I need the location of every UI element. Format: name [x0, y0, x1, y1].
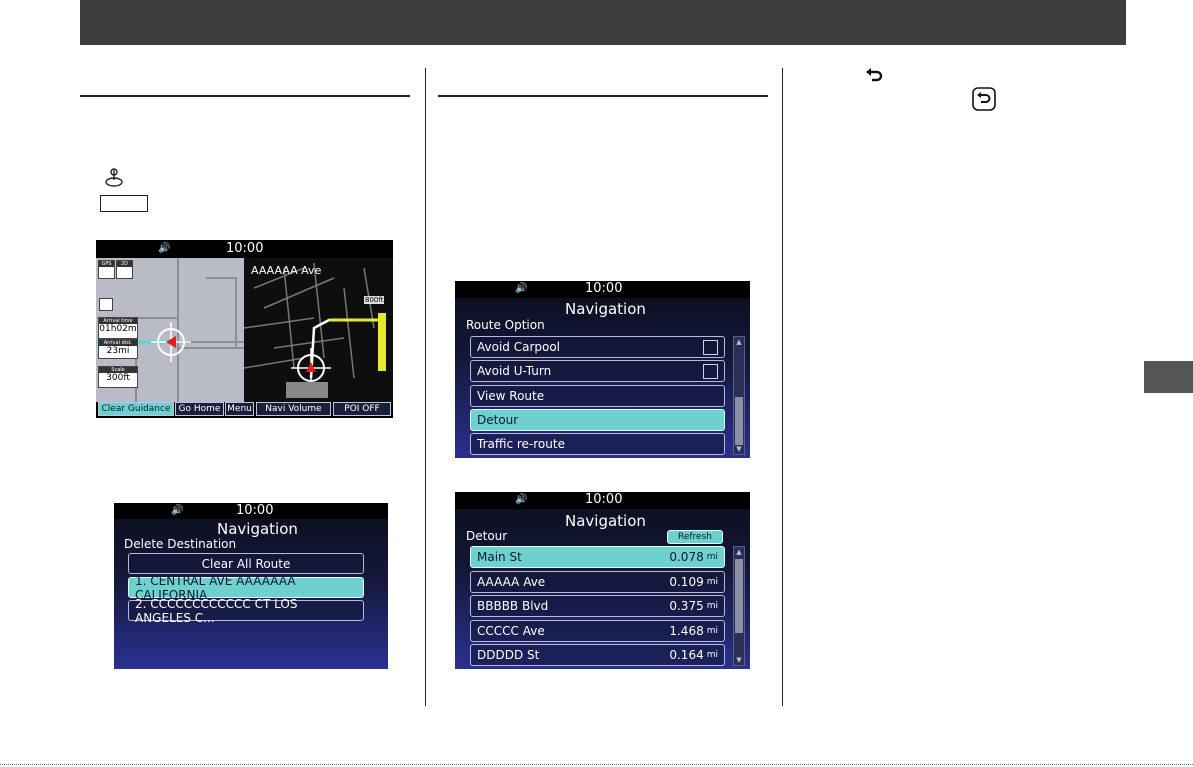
destination-item[interactable]: 2. CCCCCCCCCCCC CT LOS ANGELES C...	[128, 597, 364, 625]
scroll-thumb[interactable]	[735, 559, 743, 633]
street-name: DDDDD St	[477, 648, 540, 662]
navi-volume-button[interactable]: Navi Volume	[256, 402, 331, 416]
back-arrow-icon	[866, 68, 883, 82]
street-name: AAAAA Ave	[477, 575, 546, 589]
speaker-icon: 🔊	[158, 243, 171, 254]
screen-title: Navigation	[565, 512, 646, 530]
distance-marker: 800ft	[364, 296, 385, 304]
screen-title: Navigation	[565, 300, 646, 318]
clock: 10:00	[236, 503, 274, 518]
section-rule	[80, 95, 410, 97]
street-name: BBBBB Blvd	[477, 599, 549, 613]
screen-subtitle: Detour	[466, 529, 508, 543]
scroll-up-arrow-icon[interactable]: ▲	[734, 548, 744, 556]
arrival-time-box: Arrival time 01h02m	[98, 317, 138, 339]
destination-item[interactable]: 1. CENTRAL AVE AAAAAAA CALIFORNIA	[128, 574, 364, 602]
avoid-carpool-option[interactable]: Avoid Carpool	[470, 336, 725, 358]
distance-value: 0.164	[669, 648, 704, 662]
scroll-thumb[interactable]	[735, 397, 743, 445]
gps-badge[interactable]: GPS	[98, 260, 115, 279]
detour-row[interactable]: BBBBB Blvd 0.375 mi	[470, 595, 725, 617]
street-name: Main St	[477, 550, 522, 564]
clear-guidance-button[interactable]: Clear Guidance	[98, 402, 174, 416]
menu-button[interactable]: Menu	[225, 402, 254, 416]
clock: 10:00	[226, 241, 264, 256]
map-junction-view[interactable]	[244, 258, 393, 402]
distance-value: 0.078	[669, 550, 704, 564]
go-home-button[interactable]: Go Home	[175, 402, 224, 416]
distance-value: 0.375	[669, 599, 704, 613]
distance-unit: mi	[706, 577, 718, 587]
clear-all-route-button[interactable]: Clear All Route	[128, 553, 364, 574]
distance-value: 1.468	[669, 624, 704, 638]
speaker-icon: 🔊	[515, 494, 528, 505]
street-name: CCCCC Ave	[477, 624, 545, 638]
status-bar: 🔊 10:00	[114, 503, 388, 519]
joystick-icon	[105, 168, 123, 187]
heading-label: 2D	[117, 261, 132, 267]
view-route-option[interactable]: View Route	[470, 385, 725, 407]
clock: 10:00	[585, 492, 623, 507]
checkbox[interactable]	[703, 339, 718, 355]
detour-screen: 🔊 10:00 Navigation Detour Refresh Main S…	[455, 492, 750, 669]
detour-row[interactable]: AAAAA Ave 0.109 mi	[470, 571, 725, 593]
refresh-button[interactable]: Refresh	[667, 530, 723, 544]
arrival-time-value: 01h02m	[99, 324, 137, 334]
side-tab	[1144, 361, 1193, 393]
flag-icon[interactable]	[99, 298, 113, 311]
detour-row[interactable]: DDDDD St 0.164 mi	[470, 644, 725, 666]
scrollbar[interactable]: ▲ ▼	[733, 336, 745, 455]
bottom-dotted-rule	[0, 764, 1193, 765]
detour-row[interactable]: Main St 0.078 mi	[470, 546, 725, 568]
arrival-dist-value: 23mi	[106, 346, 130, 356]
scroll-up-arrow-icon[interactable]: ▲	[734, 338, 744, 346]
hardware-key-icon	[100, 195, 148, 212]
column-divider	[782, 68, 783, 706]
detour-row[interactable]: CCCCC Ave 1.468 mi	[470, 620, 725, 642]
section-rule	[438, 95, 768, 97]
scrollbar[interactable]: ▲ ▼	[733, 546, 745, 666]
scroll-down-arrow-icon[interactable]: ▼	[734, 445, 744, 453]
traffic-reroute-option[interactable]: Traffic re-route	[470, 433, 725, 455]
gps-label: GPS	[99, 261, 114, 267]
status-bar: 🔊 10:00	[455, 281, 750, 298]
screen-subtitle: Delete Destination	[124, 537, 237, 551]
checkbox[interactable]	[703, 363, 718, 379]
distance-unit: mi	[706, 626, 718, 636]
screen-title: Navigation	[217, 520, 298, 538]
avoid-u-turn-option[interactable]: Avoid U-Turn	[470, 360, 725, 382]
poi-off-button[interactable]: POI OFF	[333, 402, 391, 416]
street-name: AAAAAA Ave	[251, 264, 322, 277]
option-label: Avoid Carpool	[477, 340, 561, 354]
status-bar: 🔊 10:00	[96, 240, 393, 258]
map-screen: 🔊 10:00 GPS 2D Arrival time 01h02m Arriv…	[96, 240, 393, 418]
distance-value: 0.109	[669, 575, 704, 589]
distance-unit: mi	[706, 601, 718, 611]
status-bar: 🔊 10:00	[455, 492, 750, 509]
clock: 10:00	[585, 281, 623, 296]
delete-destination-screen: 🔊 10:00 Navigation Delete Destination Cl…	[114, 503, 388, 669]
heading-badge[interactable]: 2D	[116, 260, 133, 279]
option-label: Avoid U-Turn	[477, 364, 552, 378]
scale-box[interactable]: Scale 300ft	[98, 366, 138, 388]
speaker-icon: 🔊	[171, 505, 184, 516]
detour-option[interactable]: Detour	[470, 409, 725, 431]
screen-subtitle: Route Option	[466, 318, 545, 332]
arrival-dist-box: Arrival dist. 23mi	[98, 339, 138, 359]
scale-value: 300ft	[106, 373, 130, 383]
scroll-down-arrow-icon[interactable]: ▼	[734, 656, 744, 664]
distance-unit: mi	[706, 552, 718, 562]
route-option-screen: 🔊 10:00 Navigation Route Option Avoid Ca…	[455, 281, 750, 458]
distance-unit: mi	[706, 650, 718, 660]
column-divider	[425, 68, 426, 706]
speaker-icon: 🔊	[515, 283, 528, 294]
back-button-icon	[972, 87, 996, 111]
header-bar	[80, 0, 1126, 45]
